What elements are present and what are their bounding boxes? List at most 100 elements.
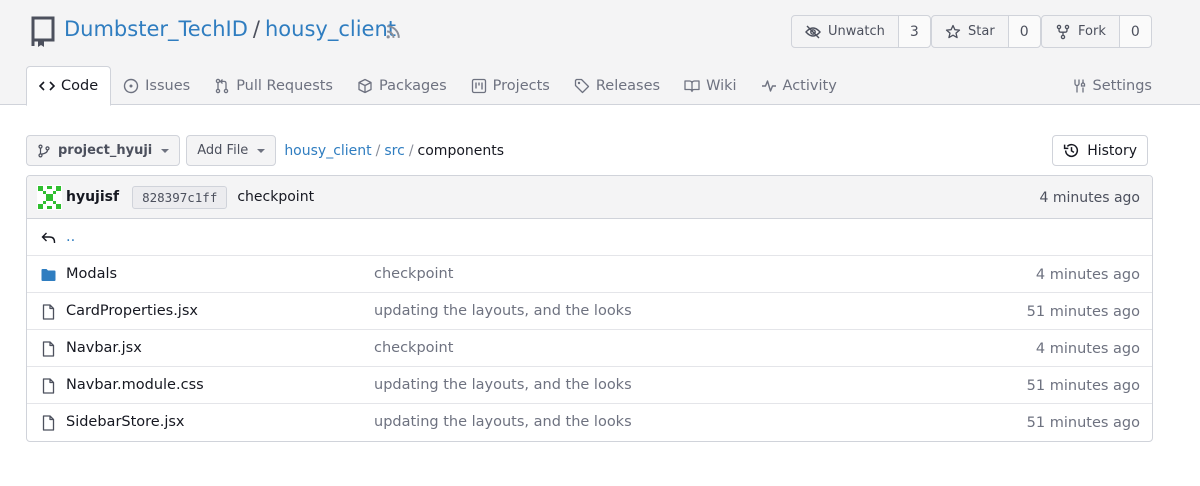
tab-releases-label: Releases [595,77,661,94]
breadcrumb-src[interactable]: src [384,143,404,159]
tab-projects-label: Projects [492,77,550,94]
file-commit-message[interactable]: updating the layouts, and the looks [374,377,632,393]
tab-pull-requests[interactable]: Pull Requests [202,66,345,105]
book-icon [684,79,700,92]
unwatch-button[interactable]: Unwatch [792,16,899,47]
eye-closed-icon [805,25,821,38]
star-label: Star [968,24,995,39]
file-commit-message[interactable]: checkpoint [374,340,453,356]
back-arrow-icon [41,232,56,243]
repo-title: Dumbster_TechID / housy_client [64,17,396,41]
repo-header: Dumbster_TechID / housy_client Unwatch 3… [0,0,1200,106]
repo-name-link[interactable]: housy_client [265,17,396,41]
file-commit-message[interactable]: checkpoint [374,266,453,282]
unwatch-label: Unwatch [828,24,885,39]
file-icon [42,341,55,357]
repo-title-separator: / [252,17,260,41]
project-icon [471,78,486,93]
tab-packages[interactable]: Packages [345,66,459,105]
tab-issues[interactable]: Issues [111,66,202,105]
tab-activity[interactable]: Activity [749,66,849,105]
add-file-label: Add File [197,143,249,158]
chevron-down-icon [257,148,266,153]
stars-count[interactable]: 0 [1008,16,1040,47]
pull-request-icon [215,78,229,93]
parent-dir-row[interactable]: .. [27,219,1152,256]
file-commit-time: 4 minutes ago [1035,341,1140,357]
breadcrumb-current: components [417,142,505,159]
file-name[interactable]: SidebarStore.jsx [66,414,185,430]
commit-time: 4 minutes ago [1039,190,1140,206]
tab-settings[interactable]: Settings [1071,66,1152,105]
tab-projects[interactable]: Projects [459,66,562,105]
commit-sha[interactable]: 828397c1ff [132,185,228,209]
tab-issues-label: Issues [145,77,191,94]
tab-releases[interactable]: Releases [562,66,672,105]
file-row[interactable]: Navbar.module.css updating the layouts, … [27,367,1152,404]
file-name[interactable]: Modals [66,266,117,282]
add-file-dropdown[interactable]: Add File [186,135,277,166]
history-label: History [1087,142,1137,159]
issue-icon [123,78,139,93]
file-row[interactable]: Navbar.jsx checkpoint 4 minutes ago [27,330,1152,367]
commit-message[interactable]: checkpoint [237,189,314,205]
repo-toolbar: project_hyuji Add File housy_client / sr… [26,135,504,166]
watchers-count[interactable]: 3 [898,16,930,47]
repo-icon [31,16,55,47]
history-button[interactable]: History [1052,135,1148,166]
rss-icon[interactable] [385,23,402,40]
star-icon [945,24,961,38]
repo-tabs: Code Issues Pull Requests Packages Proje… [26,66,849,106]
file-icon [42,378,55,394]
branch-icon [38,144,50,157]
file-name[interactable]: Navbar.module.css [66,377,204,393]
chevron-down-icon [161,148,170,153]
file-row[interactable]: Modals checkpoint 4 minutes ago [27,256,1152,293]
watch-group: Unwatch 3 [791,15,931,48]
file-commit-time: 51 minutes ago [1026,378,1140,394]
tab-settings-label: Settings [1092,77,1152,94]
fork-icon [1056,24,1070,39]
breadcrumb-separator: / [375,142,381,159]
tab-pull-requests-label: Pull Requests [236,77,333,94]
code-icon [39,81,55,91]
commit-author[interactable]: hyujisf [66,189,119,205]
file-commit-message[interactable]: updating the layouts, and the looks [374,414,632,430]
tab-wiki-label: Wiki [706,77,737,94]
file-commit-time: 51 minutes ago [1026,415,1140,431]
branch-name: project_hyuji [58,143,153,158]
forks-count[interactable]: 0 [1119,16,1151,47]
history-icon [1064,143,1079,157]
file-row[interactable]: CardProperties.jsx updating the layouts,… [27,293,1152,330]
file-icon [42,304,55,320]
file-name[interactable]: Navbar.jsx [66,340,142,356]
fork-group: Fork 0 [1041,15,1152,48]
repo-owner-link[interactable]: Dumbster_TechID [64,17,248,41]
star-button[interactable]: Star [932,16,1009,47]
file-icon [42,415,55,431]
latest-commit-bar: hyujisf 828397c1ff checkpoint 4 minutes … [27,176,1152,219]
folder-icon [41,269,56,281]
tab-code[interactable]: Code [26,66,112,106]
fork-button[interactable]: Fork [1042,16,1120,47]
branch-dropdown[interactable]: project_hyuji [26,135,181,166]
star-group: Star 0 [931,15,1041,48]
package-icon [358,78,372,93]
file-commit-time: 4 minutes ago [1035,267,1140,283]
breadcrumb-repo[interactable]: housy_client [284,143,371,159]
tab-code-label: Code [61,78,99,94]
breadcrumb-separator: / [408,142,414,159]
tab-wiki[interactable]: Wiki [672,66,748,105]
avatar[interactable] [37,184,62,210]
parent-dir-link[interactable]: .. [66,229,75,245]
file-commit-message[interactable]: updating the layouts, and the looks [374,303,632,319]
tag-icon [574,78,589,93]
file-commit-time: 51 minutes ago [1026,304,1140,320]
file-table: hyujisf 828397c1ff checkpoint 4 minutes … [26,175,1153,442]
tools-icon [1073,79,1085,92]
breadcrumb: housy_client / src / components [284,143,504,159]
file-row[interactable]: SidebarStore.jsx updating the layouts, a… [27,404,1152,441]
file-name[interactable]: CardProperties.jsx [66,303,198,319]
pulse-icon [761,79,776,92]
tab-packages-label: Packages [379,77,447,94]
